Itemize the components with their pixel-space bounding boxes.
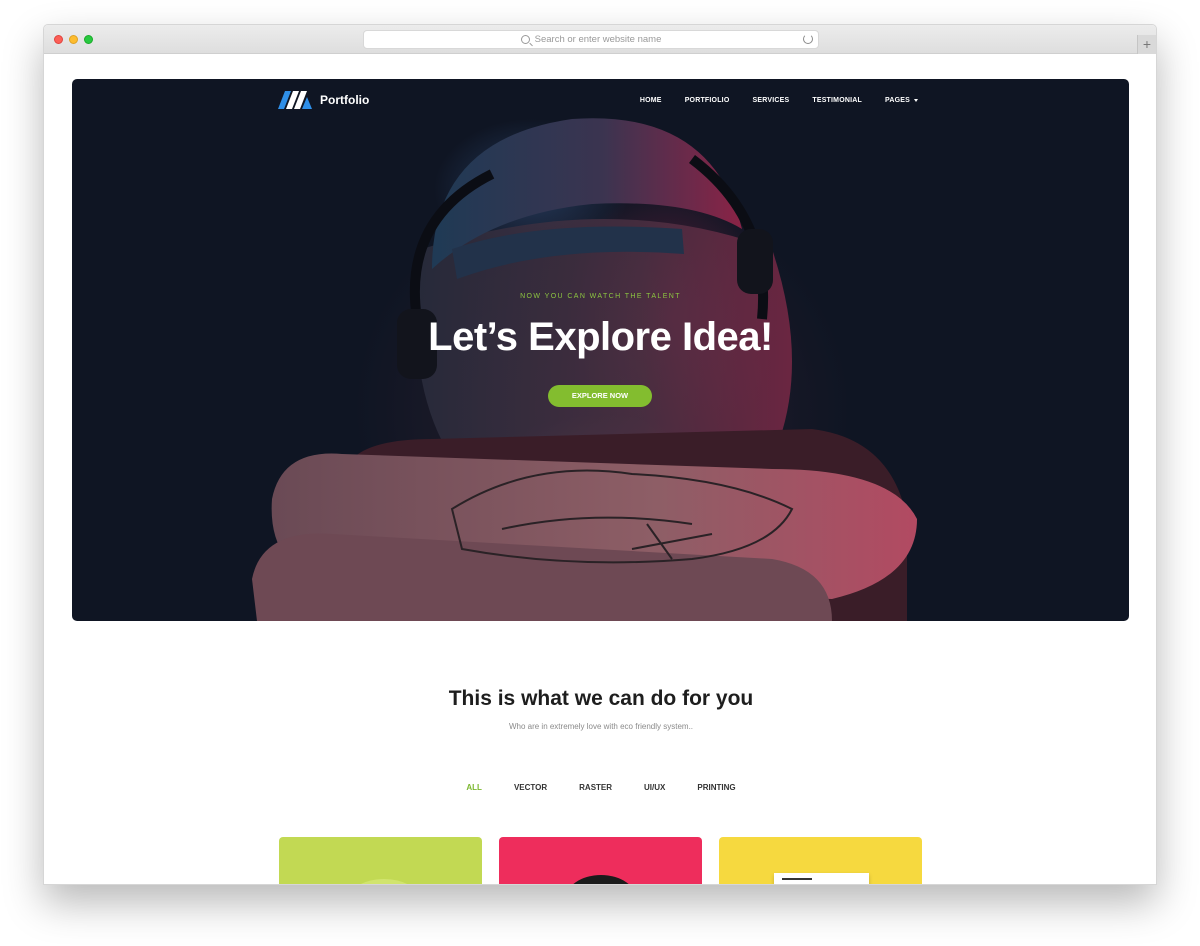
site-logo[interactable]: Portfolio [278,87,369,113]
logo-icon [278,91,312,109]
nav-testimonial[interactable]: TESTIMONIAL [812,97,862,104]
nav-menu: HOME PORTFIOLIO SERVICES TESTIMONIAL PAG… [617,87,918,113]
browser-window: Search or enter website name + Portfolio… [43,24,1157,885]
zoom-window-icon[interactable] [84,35,93,44]
card-artwork [349,879,419,884]
portfolio-filters: ALL VECTOR RASTER UI/UX PRINTING [44,783,1156,792]
new-tab-icon[interactable]: + [1137,35,1156,54]
portfolio-card[interactable] [719,837,922,884]
nav-portfolio[interactable]: PORTFIOLIO [685,97,730,104]
card-artwork [565,875,637,884]
hero-eyebrow: NOW YOU CAN WATCH THE TALENT [520,293,681,300]
search-icon [520,35,530,44]
browser-titlebar: Search or enter website name + [44,25,1156,54]
card-artwork [774,873,869,884]
filter-raster[interactable]: RASTER [579,783,612,792]
address-bar[interactable]: Search or enter website name [363,30,819,49]
services-title: This is what we can do for you [448,687,754,710]
brand-name: Portfolio [320,93,370,107]
services-subtitle: Who are in extremely love with eco frien… [508,722,694,731]
site-navbar: Portfolio HOME PORTFIOLIO SERVICES TESTI… [278,87,918,113]
nav-services[interactable]: SERVICES [752,97,789,104]
chevron-down-icon [914,98,918,102]
minimize-window-icon[interactable] [69,35,78,44]
explore-now-button[interactable]: EXPLORE NOW [548,385,652,407]
filter-printing[interactable]: PRINTING [697,783,735,792]
nav-pages-dropdown[interactable]: PAGES [885,97,918,104]
filter-vector[interactable]: VECTOR [514,783,547,792]
reload-icon[interactable] [803,34,813,44]
filter-all[interactable]: ALL [466,783,482,792]
close-window-icon[interactable] [54,35,63,44]
hero-banner: Portfolio HOME PORTFIOLIO SERVICES TESTI… [72,79,1129,621]
hero-headline: Let’s Explore Idea! [428,315,773,359]
filter-uiux[interactable]: UI/UX [644,783,665,792]
portfolio-card[interactable] [279,837,482,884]
address-bar-placeholder: Search or enter website name [534,34,662,45]
nav-home[interactable]: HOME [640,97,662,104]
portfolio-card[interactable] [499,837,702,884]
nav-pages-label: PAGES [885,96,910,104]
